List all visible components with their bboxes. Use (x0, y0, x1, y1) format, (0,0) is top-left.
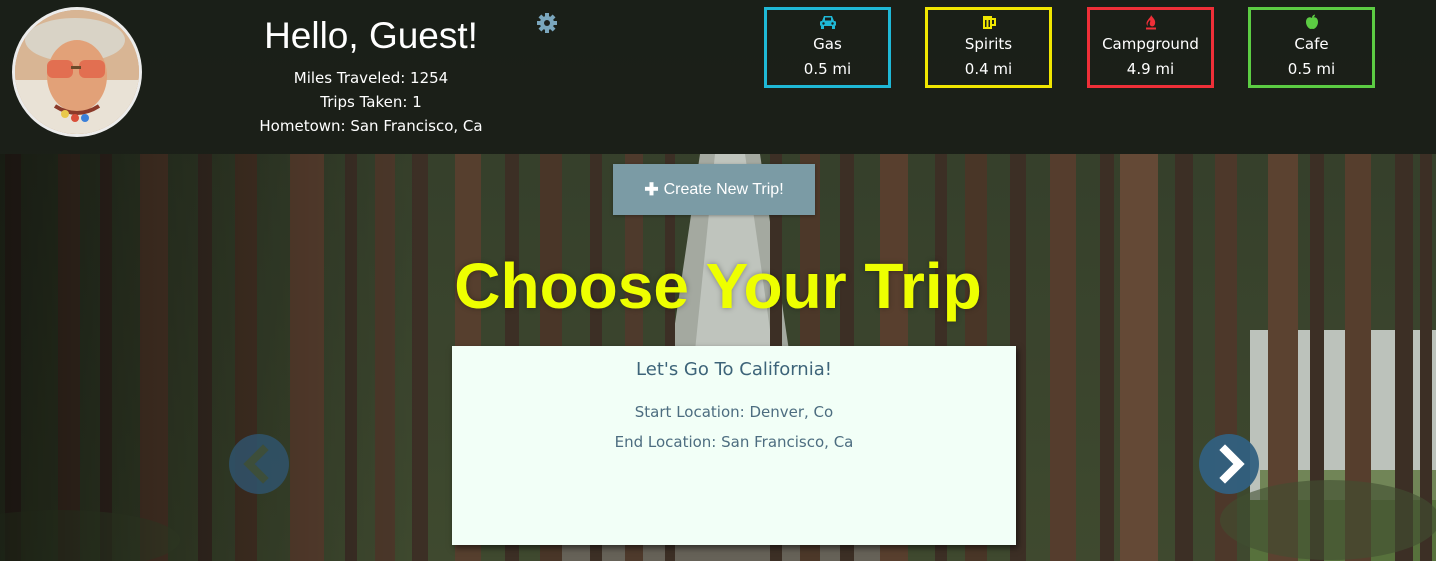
fire-icon (1145, 15, 1156, 30)
hometown: Hometown: San Francisco, Ca (259, 117, 483, 135)
profile-photo (15, 10, 139, 134)
chevron-left-icon (243, 444, 269, 484)
place-distance: 4.9 mi (1126, 60, 1175, 78)
place-card-spirits[interactable]: Spirits 0.4 mi (925, 7, 1052, 88)
trip-end-location: End Location: San Francisco, Ca (614, 433, 854, 451)
place-name: Campground (1102, 35, 1199, 53)
create-new-trip-label: Create New Trip! (663, 180, 784, 198)
avatar (12, 7, 142, 137)
trip-title: Let's Go To California! (636, 359, 832, 380)
trip-card[interactable]: Let's Go To California! Start Location: … (452, 346, 1016, 545)
place-distance: 0.5 mi (1287, 60, 1336, 78)
carousel-prev-button[interactable] (229, 434, 289, 494)
place-distance: 0.4 mi (964, 60, 1013, 78)
miles-traveled: Miles Traveled: 1254 (293, 69, 449, 87)
place-card-cafe[interactable]: Cafe 0.5 mi (1248, 7, 1375, 88)
chevron-right-icon (1219, 444, 1245, 484)
apple-icon (1305, 14, 1318, 29)
car-icon (819, 16, 836, 29)
user-summary: Hello, Guest! Miles Traveled: 1254 Trips… (240, 14, 502, 138)
create-new-trip-button[interactable]: ✚ Create New Trip! (613, 164, 815, 215)
plus-icon: ✚ (644, 179, 659, 199)
gear-icon[interactable] (536, 12, 558, 34)
place-name: Spirits (964, 35, 1013, 53)
page-title: Choose Your Trip (454, 250, 982, 322)
place-name: Gas (813, 35, 842, 53)
beer-mug-icon (982, 16, 996, 29)
carousel-next-button[interactable] (1199, 434, 1259, 494)
place-card-campground[interactable]: Campground 4.9 mi (1087, 7, 1214, 88)
trips-taken: Trips Taken: 1 (320, 93, 422, 111)
greeting-heading: Hello, Guest! (264, 15, 478, 56)
profile-header: Hello, Guest! Miles Traveled: 1254 Trips… (0, 0, 1436, 154)
place-card-gas[interactable]: Gas 0.5 mi (764, 7, 891, 88)
trip-start-location: Start Location: Denver, Co (634, 403, 834, 421)
place-name: Cafe (1294, 35, 1329, 53)
place-distance: 0.5 mi (803, 60, 852, 78)
